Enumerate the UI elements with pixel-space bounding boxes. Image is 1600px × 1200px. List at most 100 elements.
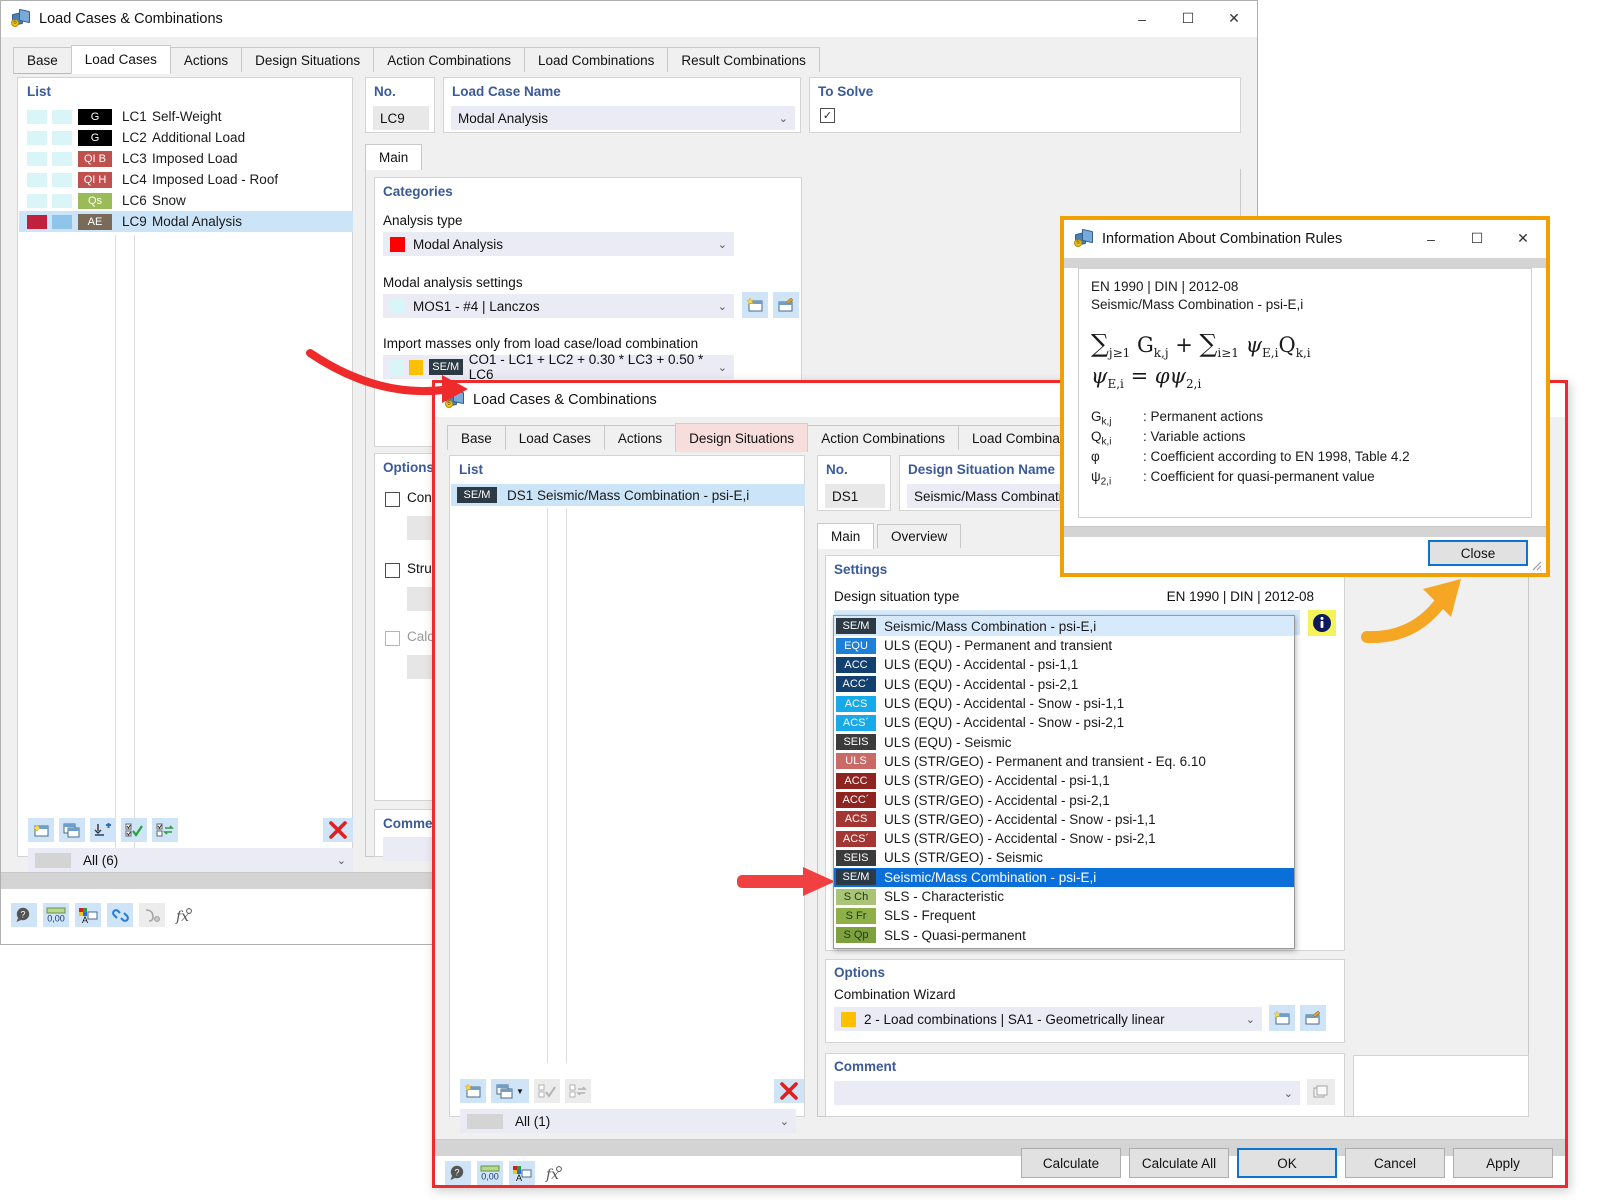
comment-library-icon[interactable]: [1307, 1079, 1335, 1105]
dropdown-item[interactable]: ACC´ULS (STR/GEO) - Accidental - psi-2,1: [834, 790, 1294, 809]
units-icon-front[interactable]: 0,00: [477, 1161, 503, 1185]
help-icon-front[interactable]: ?: [445, 1161, 471, 1185]
subtab-main[interactable]: Main: [365, 144, 422, 170]
cancel-button[interactable]: Cancel: [1345, 1148, 1445, 1178]
tab-base[interactable]: Base: [13, 47, 72, 74]
chevron-down-icon[interactable]: ⌄: [1278, 1087, 1293, 1100]
dropdown-item[interactable]: SE/M Seismic/Mass Combination - psi-E,i: [834, 616, 1294, 636]
dropdown-item[interactable]: S ChSLS - Characteristic: [834, 887, 1294, 906]
new-combination-wizard-icon[interactable]: [1269, 1005, 1295, 1031]
dropdown-item[interactable]: SEISULS (EQU) - Seismic: [834, 732, 1294, 751]
tab-result-combinations[interactable]: Result Combinations: [667, 47, 820, 74]
dropdown-item[interactable]: ULSULS (STR/GEO) - Permanent and transie…: [834, 752, 1294, 771]
dropdown-item-selected[interactable]: SE/MSeismic/Mass Combination - psi-E,i: [834, 868, 1294, 887]
tab-base-front[interactable]: Base: [447, 425, 506, 452]
minimize-icon[interactable]: –: [1408, 221, 1454, 257]
apply-button[interactable]: Apply: [1453, 1148, 1553, 1178]
dropdown-item[interactable]: ACC´ULS (EQU) - Accidental - psi-2,1: [834, 675, 1294, 694]
list-item[interactable]: QI H LC4 Imposed Load - Roof: [19, 169, 353, 190]
chevron-down-icon[interactable]: ⌄: [331, 854, 346, 867]
minimize-icon[interactable]: –: [1119, 1, 1165, 37]
tab-actions-front[interactable]: Actions: [604, 425, 676, 452]
delete-load-case-button[interactable]: [323, 818, 353, 842]
new-design-situation-icon[interactable]: [460, 1079, 486, 1103]
maximize-icon[interactable]: ☐: [1165, 1, 1211, 37]
ok-button[interactable]: OK: [1237, 1148, 1337, 1178]
list-item[interactable]: G LC1 Self-Weight: [19, 106, 353, 127]
colors-icon[interactable]: A: [75, 903, 101, 927]
design-situation-type-dropdown[interactable]: SE/M Seismic/Mass Combination - psi-E,i …: [833, 615, 1295, 949]
maximize-icon[interactable]: ☐: [1454, 221, 1500, 257]
subtab-main-front[interactable]: Main: [817, 523, 874, 549]
calculate-button[interactable]: Calculate: [1021, 1148, 1121, 1178]
combination-wizard-select[interactable]: 2 - Load combinations | SA1 - Geometrica…: [834, 1007, 1262, 1031]
list-item-selected-front[interactable]: SE/M DS1 Seismic/Mass Combination - psi-…: [451, 484, 805, 506]
close-icon[interactable]: ✕: [1211, 1, 1257, 37]
info-close-button[interactable]: Close: [1428, 540, 1528, 566]
chevron-down-icon[interactable]: ⌄: [1240, 1013, 1255, 1026]
list-toolbar-back[interactable]: [28, 818, 178, 842]
edit-modal-settings-icon[interactable]: [773, 292, 799, 318]
load-case-list[interactable]: G LC1 Self-Weight G LC2 Additional Load …: [19, 106, 353, 232]
new-modal-settings-icon[interactable]: [742, 292, 768, 318]
dropdown-item[interactable]: SEISULS (STR/GEO) - Seismic: [834, 848, 1294, 867]
bottom-toolbar-back[interactable]: ? 0,00 A f𝑥: [11, 903, 197, 927]
chevron-down-icon[interactable]: ▼: [516, 1087, 524, 1096]
tab-load-combinations[interactable]: Load Combinations: [524, 47, 668, 74]
import-load-case-icon[interactable]: [90, 818, 116, 842]
units-icon[interactable]: 0,00: [43, 903, 69, 927]
option-checkbox-1[interactable]: [385, 492, 400, 507]
list-filter-select-front[interactable]: All (1) ⌄: [460, 1109, 796, 1133]
chevron-down-icon[interactable]: ⌄: [774, 1115, 789, 1128]
list-filter-select[interactable]: All (6) ⌄: [28, 848, 353, 872]
chevron-down-icon[interactable]: ⌄: [773, 112, 788, 125]
delete-design-situation-button[interactable]: [774, 1079, 804, 1103]
list-item[interactable]: G LC2 Additional Load: [19, 127, 353, 148]
list-item[interactable]: QI B LC3 Imposed Load: [19, 148, 353, 169]
tab-load-cases-front[interactable]: Load Cases: [505, 425, 605, 452]
tab-load-cases[interactable]: Load Cases: [71, 45, 171, 74]
option-checkbox-2[interactable]: [385, 563, 400, 578]
calculate-all-button[interactable]: Calculate All: [1129, 1148, 1229, 1178]
new-load-case-icon[interactable]: [28, 818, 54, 842]
link-icon[interactable]: [107, 903, 133, 927]
copy-design-situation-icon[interactable]: ▼: [491, 1079, 529, 1103]
resize-grip[interactable]: [1530, 559, 1542, 571]
tab-design-situations-front[interactable]: Design Situations: [675, 423, 808, 452]
dropdown-item[interactable]: S FrSLS - Frequent: [834, 906, 1294, 925]
invert-selection-icon[interactable]: [152, 818, 178, 842]
dropdown-item[interactable]: ACS´ULS (STR/GEO) - Accidental - Snow - …: [834, 829, 1294, 848]
subtab-overview-front[interactable]: Overview: [877, 524, 961, 549]
invert-selection-icon-front[interactable]: [565, 1079, 591, 1103]
modal-settings-select[interactable]: MOS1 - #4 | Lanczos ⌄: [383, 294, 734, 318]
edit-combination-wizard-icon[interactable]: [1300, 1005, 1326, 1031]
help-icon[interactable]: ?: [11, 903, 37, 927]
tab-action-combinations[interactable]: Action Combinations: [373, 47, 525, 74]
dropdown-item[interactable]: ACCULS (EQU) - Accidental - psi-1,1: [834, 655, 1294, 674]
tab-action-combinations-front[interactable]: Action Combinations: [807, 425, 959, 452]
info-button[interactable]: [1308, 610, 1336, 636]
formula-icon-front[interactable]: f𝑥: [541, 1161, 567, 1185]
chevron-down-icon[interactable]: ⌄: [712, 300, 727, 313]
list-item[interactable]: Qs LC6 Snow: [19, 190, 353, 211]
formula-icon[interactable]: f𝑥: [171, 903, 197, 927]
analysis-type-select[interactable]: Modal Analysis ⌄: [383, 232, 734, 256]
info-dialog[interactable]: 6 Information About Combination Rules – …: [1060, 216, 1550, 577]
load-case-name-input[interactable]: Modal Analysis ⌄: [451, 106, 795, 130]
comment-input-front[interactable]: ⌄: [834, 1081, 1300, 1105]
dropdown-item[interactable]: S QpSLS - Quasi-permanent: [834, 925, 1294, 944]
to-solve-checkbox[interactable]: ✓: [820, 108, 835, 123]
list-item-selected[interactable]: AE LC9 Modal Analysis: [19, 211, 353, 232]
snap-icon[interactable]: [139, 903, 165, 927]
colors-icon-front[interactable]: A: [509, 1161, 535, 1185]
dropdown-item[interactable]: ACCULS (STR/GEO) - Accidental - psi-1,1: [834, 771, 1294, 790]
dropdown-item[interactable]: ACSULS (EQU) - Accidental - Snow - psi-1…: [834, 694, 1294, 713]
dropdown-item[interactable]: ACS´ULS (EQU) - Accidental - Snow - psi-…: [834, 713, 1294, 732]
list-toolbar-front[interactable]: ▼: [460, 1079, 591, 1103]
tab-actions[interactable]: Actions: [170, 47, 242, 74]
copy-load-case-icon[interactable]: [59, 818, 85, 842]
chevron-down-icon[interactable]: ⌄: [712, 361, 727, 374]
select-all-icon-front[interactable]: [534, 1079, 560, 1103]
close-icon[interactable]: ✕: [1500, 221, 1546, 257]
dropdown-item[interactable]: EQUULS (EQU) - Permanent and transient: [834, 636, 1294, 655]
